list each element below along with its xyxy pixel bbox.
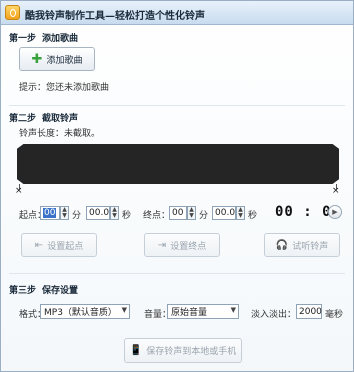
set-start-button-label: 设置起点 <box>47 241 84 252</box>
step2-label: 第二步 <box>9 114 37 124</box>
play-icon[interactable]: ▶ <box>328 205 342 219</box>
preview-button[interactable]: 🎧 试听铃声 <box>264 233 340 257</box>
step1-header: 第一步 添加歌曲 <box>9 31 78 44</box>
volume-value: 原始音量 <box>171 308 208 318</box>
app-window: 酷我铃声制作工具—轻松打造个性化铃声 第一步 添加歌曲 ✚ 添加歌曲 提示：您还未… <box>0 0 354 372</box>
phone-icon: 📱 <box>129 345 143 356</box>
step3-label: 第三步 <box>9 286 37 296</box>
end-second-input[interactable]: 00.0 <box>212 206 236 220</box>
ringtone-duration: 铃声长度：未截取。 <box>19 129 101 139</box>
waveform-area[interactable] <box>17 144 339 184</box>
end-minute-unit: 分 <box>199 211 209 221</box>
save-ringtone-button[interactable]: 📱 保存铃声到本地或手机 <box>124 338 242 363</box>
preview-button-label: 试听铃声 <box>292 241 329 252</box>
chevron-down-icon: ▼ <box>121 306 127 314</box>
window-title: 酷我铃声制作工具—轻松打造个性化铃声 <box>25 11 205 22</box>
format-select[interactable]: MP3（默认音质） ▼ <box>40 304 130 319</box>
step3-title: 保存设置 <box>42 286 79 296</box>
divider <box>9 273 345 274</box>
set-end-icon: ⇥ <box>157 239 167 251</box>
start-minute-unit: 分 <box>72 211 82 221</box>
save-ringtone-button-label: 保存铃声到本地或手机 <box>146 347 237 357</box>
step2-title: 截取铃声 <box>42 114 79 124</box>
end-second-spinner[interactable]: ▲ ▼ <box>236 206 245 220</box>
end-minute-spinner[interactable]: ▲ ▼ <box>187 206 196 220</box>
format-value: MP3（默认音质） <box>44 308 117 318</box>
start-second-unit: 秒 <box>122 211 132 221</box>
start-minute-spinner[interactable]: ▲ ▼ <box>60 206 69 220</box>
set-end-button[interactable]: ⇥ 设置终点 <box>144 233 220 257</box>
fade-input[interactable]: 2000 <box>296 304 322 319</box>
fade-label: 淡入淡出： <box>251 310 297 320</box>
add-song-button[interactable]: ✚ 添加歌曲 <box>19 47 95 71</box>
plus-icon: ✚ <box>31 51 43 67</box>
fade-unit: 毫秒 <box>325 310 344 320</box>
set-end-button-label: 设置终点 <box>170 241 207 252</box>
chevron-down-icon: ▼ <box>230 306 236 314</box>
step1-title: 添加歌曲 <box>42 34 79 44</box>
set-start-icon: ⇤ <box>34 239 44 251</box>
end-second-unit: 秒 <box>248 211 258 221</box>
start-second-spinner[interactable]: ▲ ▼ <box>110 206 119 220</box>
step3-header: 第三步 保存设置 <box>9 283 78 296</box>
add-song-button-label: 添加歌曲 <box>46 55 83 66</box>
start-minute-input[interactable]: 00 <box>40 206 60 220</box>
start-second-input[interactable]: 00.0 <box>86 206 110 220</box>
step1-hint: 提示：您还未添加歌曲 <box>19 83 110 93</box>
title-bar: 酷我铃声制作工具—轻松打造个性化铃声 <box>1 1 353 25</box>
app-logo-icon <box>5 5 20 20</box>
start-marker-handle[interactable]: × <box>15 186 23 196</box>
volume-select[interactable]: 原始音量 ▼ <box>167 304 239 319</box>
step1-label: 第一步 <box>9 34 37 44</box>
end-marker-handle[interactable]: × <box>332 186 340 196</box>
end-label: 终点： <box>143 211 171 221</box>
set-start-button[interactable]: ⇤ 设置起点 <box>21 233 97 257</box>
step2-header: 第二步 截取铃声 <box>9 111 78 124</box>
divider <box>9 105 345 106</box>
start-minute-value: 00 <box>43 208 57 218</box>
end-minute-input[interactable]: 00 <box>169 206 187 220</box>
headphones-icon: 🎧 <box>275 239 289 251</box>
